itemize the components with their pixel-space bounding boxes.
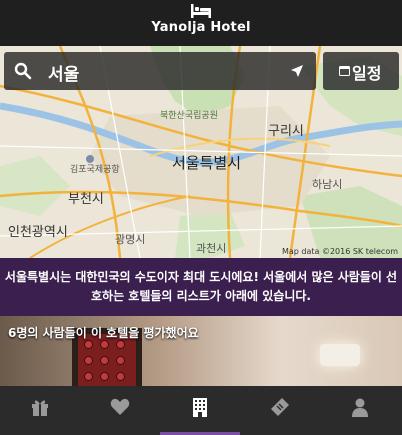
app-header: Yanolja Hotel bbox=[0, 0, 402, 46]
hotel-card[interactable]: 6명의 사람들이 이 호텔을 평가했어요 bbox=[0, 316, 402, 386]
nav-item-coupons[interactable] bbox=[240, 386, 320, 435]
user-icon bbox=[352, 398, 368, 417]
app-title: Yanolja Hotel bbox=[151, 20, 251, 35]
location-arrow-icon[interactable] bbox=[290, 64, 304, 78]
city-description-banner: 서울특별시는 대한민국의 수도이자 최대 도시에요! 서울에서 많은 사람들이 … bbox=[0, 258, 402, 316]
bottom-nav bbox=[0, 386, 402, 435]
calendar-icon bbox=[339, 66, 350, 76]
map-label-guri: 구리시 bbox=[268, 124, 304, 139]
map-label-bukhansan: 북한산국립공원 bbox=[160, 111, 218, 121]
map-label-gimpo-airport: 김포국제공항 bbox=[70, 165, 120, 175]
nav-item-favorites[interactable] bbox=[80, 386, 160, 435]
nav-item-hotels[interactable] bbox=[160, 386, 240, 435]
gift-icon bbox=[32, 400, 48, 416]
ticket-icon bbox=[271, 398, 289, 416]
search-icon bbox=[14, 62, 32, 80]
date-button-label: 일정 bbox=[352, 64, 382, 83]
map-label-gwacheon: 과천시 bbox=[196, 242, 227, 255]
map-label-gwangmyeong: 광명시 bbox=[115, 233, 146, 246]
search-input[interactable]: 서울 bbox=[48, 60, 79, 85]
map-label-incheon: 인천광역시 bbox=[8, 225, 68, 240]
date-button[interactable]: 일정 bbox=[323, 52, 399, 90]
heart-icon bbox=[110, 398, 130, 415]
map-attribution: Map data ©2016 SK telecom bbox=[281, 247, 398, 256]
nav-item-gift[interactable] bbox=[0, 386, 80, 435]
ceiling-lamp bbox=[320, 344, 360, 366]
map-label-bucheon: 부천시 bbox=[68, 192, 104, 207]
map-label-seoul: 서울특별시 bbox=[172, 154, 242, 172]
building-icon bbox=[193, 398, 207, 417]
bed-icon bbox=[191, 4, 211, 18]
nav-item-profile[interactable] bbox=[320, 386, 400, 435]
app-root: Yanolja Hotel 북한산국립공원 구리시 서울특별시 김포국제공항 하… bbox=[0, 0, 402, 435]
map-label-hanam: 하남시 bbox=[312, 178, 343, 191]
hotel-rating-text: 6명의 사람들이 이 호텔을 평가했어요 bbox=[8, 326, 199, 340]
search-bar[interactable]: 서울 bbox=[4, 52, 316, 90]
